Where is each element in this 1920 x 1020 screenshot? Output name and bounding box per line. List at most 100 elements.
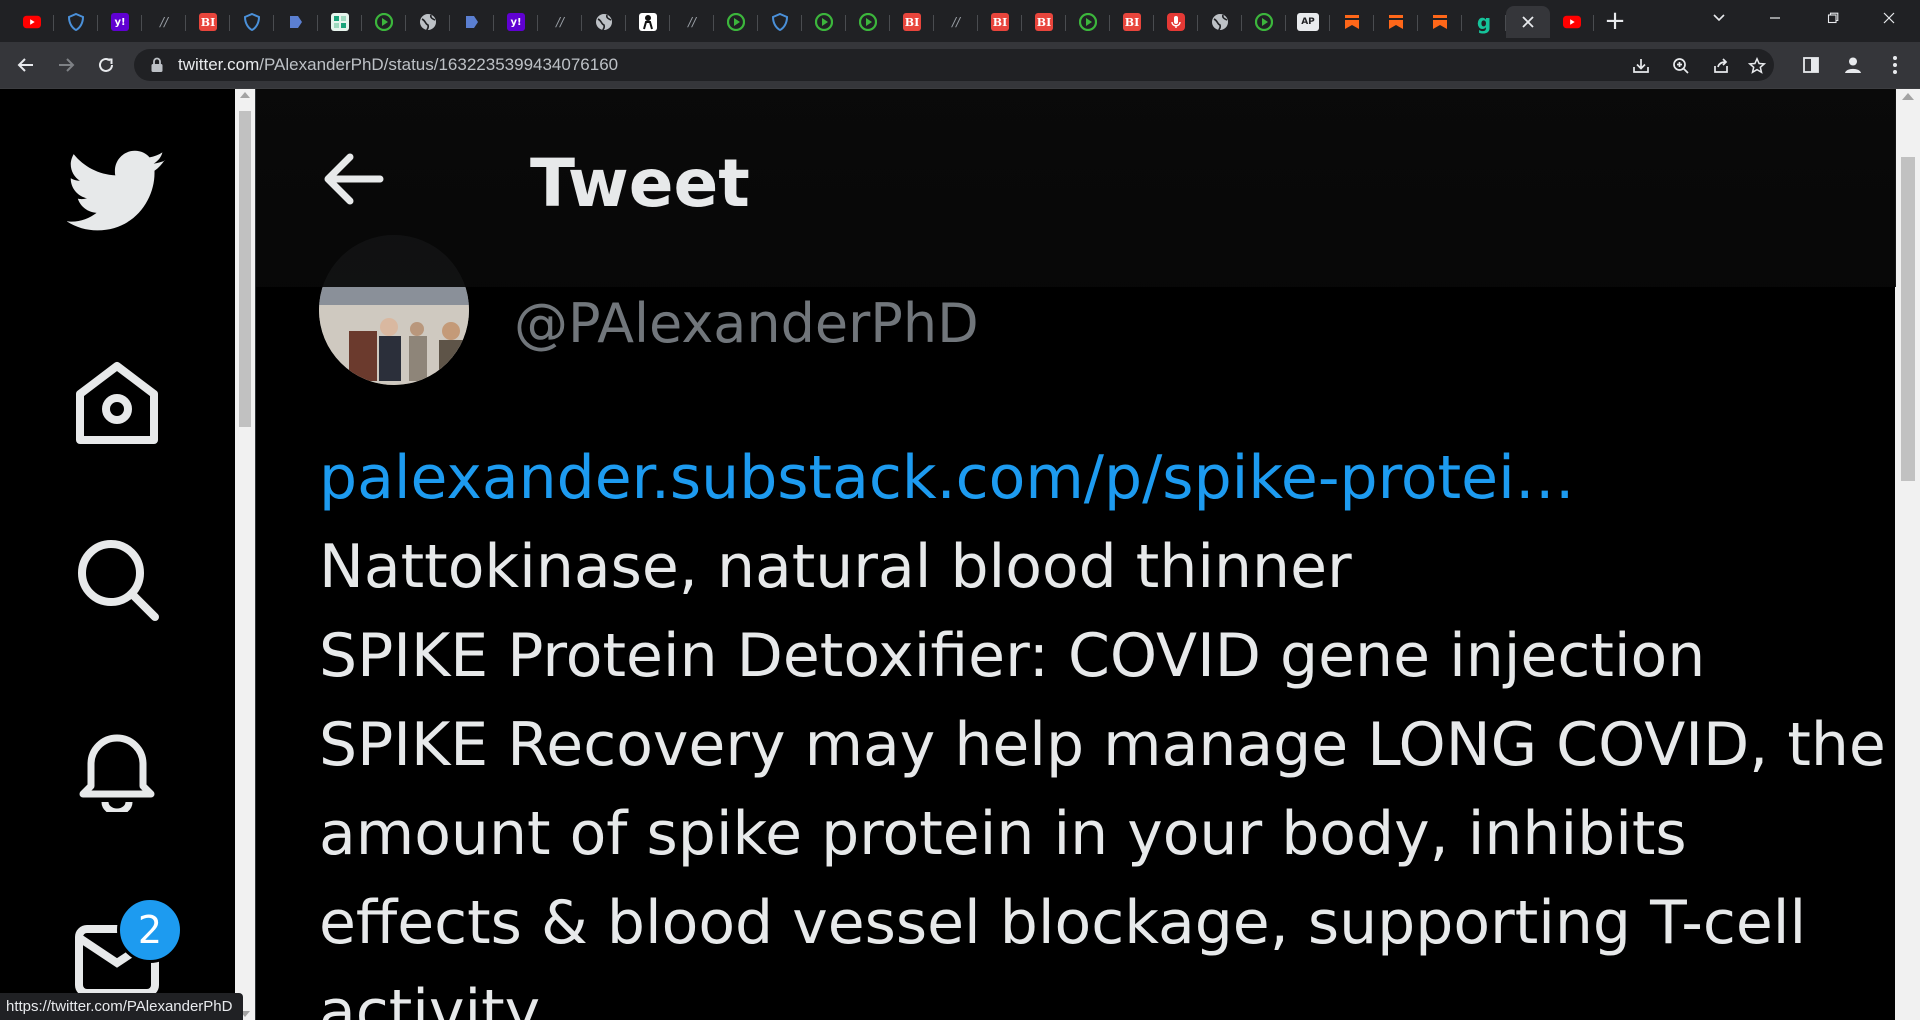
page-scrollbar-thumb[interactable] <box>1901 157 1915 481</box>
play-icon <box>815 13 833 31</box>
shield-icon <box>67 13 85 31</box>
browser-tab[interactable]: BI <box>1110 6 1154 38</box>
tweet-header: Tweet <box>256 89 1896 287</box>
share-icon[interactable] <box>1710 55 1732 77</box>
nav-explore[interactable] <box>67 529 167 629</box>
tweet-line: SPIKE Recovery may help manage LONG COVI… <box>319 710 1886 780</box>
profile-icon[interactable] <box>1842 54 1864 76</box>
menu-kebab-icon[interactable] <box>1884 54 1906 76</box>
browser-tab[interactable]: BI <box>186 6 230 38</box>
browser-tab[interactable] <box>1066 6 1110 38</box>
browser-tab[interactable] <box>846 6 890 38</box>
close-window-button[interactable] <box>1866 6 1912 34</box>
twitter-logo-link[interactable] <box>67 142 167 242</box>
browser-tab[interactable]: y! <box>98 6 142 38</box>
play-icon <box>1079 13 1097 31</box>
forward-arrow-icon <box>59 58 75 72</box>
bi-icon: BI <box>903 13 921 31</box>
browser-tab[interactable] <box>230 6 274 38</box>
browser-tab[interactable] <box>362 6 406 38</box>
url-text[interactable]: twitter.com/PAlexanderPhD/status/1632235… <box>178 55 618 75</box>
browser-tab[interactable] <box>626 6 670 38</box>
tweet-link[interactable]: palexander.substack.com/p/spike-protei… <box>319 434 1859 523</box>
slash-icon: // <box>687 15 697 29</box>
inner-scrollbar[interactable] <box>235 89 255 1020</box>
new-tab-button[interactable]: + <box>1601 8 1629 36</box>
zoom-icon[interactable] <box>1670 55 1692 77</box>
browser-tab[interactable] <box>318 6 362 38</box>
bell-icon <box>79 734 155 812</box>
nav-notifications[interactable] <box>67 719 167 819</box>
browser-tab[interactable] <box>1198 6 1242 38</box>
bookmark-star-icon[interactable] <box>1746 55 1768 77</box>
flag-icon <box>463 13 481 31</box>
browser-tab[interactable]: y! <box>494 6 538 38</box>
page-viewport: 2 Tweet @PAlexanderPhD palexander.substa… <box>0 89 1920 1020</box>
browser-tab[interactable] <box>1330 6 1374 38</box>
browser-tab[interactable]: g <box>1462 6 1506 38</box>
tab-strip: y! // BI y! // // BI // BI BI BI AP g + <box>0 0 1920 42</box>
tweet-line: Nattokinase, natural blood thinner <box>319 532 1352 602</box>
shield-icon <box>243 13 261 31</box>
slash-icon: // <box>951 15 961 29</box>
browser-tab[interactable]: // <box>538 6 582 38</box>
browser-tab[interactable] <box>450 6 494 38</box>
browser-tab[interactable]: BI <box>1022 6 1066 38</box>
browser-tab[interactable] <box>714 6 758 38</box>
main-column: Tweet @PAlexanderPhD palexander.substack… <box>255 89 1896 1020</box>
browser-tab[interactable] <box>1506 6 1550 38</box>
lock-icon[interactable] <box>150 57 164 73</box>
bookmark-icon <box>1343 13 1361 31</box>
inner-scrollbar-thumb[interactable] <box>239 111 251 427</box>
browser-tab[interactable]: BI <box>978 6 1022 38</box>
tab-search-icon[interactable] <box>1708 10 1730 32</box>
browser-tab[interactable] <box>1154 6 1198 38</box>
youtube-icon <box>23 13 41 31</box>
news-icon: AP <box>1297 13 1319 31</box>
browser-tab[interactable] <box>1374 6 1418 38</box>
author-handle[interactable]: @PAlexanderPhD <box>514 293 979 355</box>
slash-icon: // <box>159 15 169 29</box>
browser-tab[interactable] <box>406 6 450 38</box>
flag-icon <box>287 13 305 31</box>
browser-tab[interactable]: AP <box>1286 6 1330 38</box>
address-bar[interactable]: twitter.com/PAlexanderPhD/status/1632235… <box>134 49 1774 81</box>
bi-icon: BI <box>1035 13 1053 31</box>
restore-button[interactable] <box>1810 6 1856 34</box>
side-panel-icon[interactable] <box>1800 54 1822 76</box>
browser-tab[interactable] <box>1550 6 1594 38</box>
browser-tab[interactable]: // <box>670 6 714 38</box>
browser-tab[interactable] <box>10 6 54 38</box>
browser-tab[interactable] <box>1242 6 1286 38</box>
browser-tab[interactable] <box>582 6 626 38</box>
bookmark-icon <box>1431 13 1449 31</box>
grid-icon <box>331 13 349 31</box>
reload-icon <box>99 57 113 72</box>
person-icon <box>639 13 657 31</box>
forward-button[interactable] <box>52 51 80 79</box>
browser-tab[interactable]: // <box>142 6 186 38</box>
nav-home[interactable] <box>67 352 167 452</box>
reload-button[interactable] <box>92 51 120 79</box>
browser-tab[interactable] <box>758 6 802 38</box>
minimize-button[interactable] <box>1752 6 1798 34</box>
bi-icon: BI <box>1123 13 1141 31</box>
yahoo-icon: y! <box>507 13 525 31</box>
browser-tab[interactable]: // <box>934 6 978 38</box>
tab-list: y! // BI y! // // BI // BI BI BI AP g <box>10 6 1594 38</box>
install-app-icon[interactable] <box>1630 55 1652 77</box>
search-icon <box>78 540 159 621</box>
page-scrollbar[interactable] <box>1895 89 1920 1020</box>
close-icon[interactable] <box>1519 13 1537 31</box>
browser-tab[interactable] <box>274 6 318 38</box>
browser-tab[interactable] <box>802 6 846 38</box>
back-arrow-button[interactable] <box>322 151 384 211</box>
home-icon <box>76 362 158 444</box>
scroll-up-icon[interactable] <box>240 92 250 98</box>
browser-tab[interactable] <box>1418 6 1462 38</box>
browser-tab[interactable] <box>54 6 98 38</box>
browser-tab[interactable]: BI <box>890 6 934 38</box>
globe-icon <box>595 13 613 31</box>
scroll-up-icon[interactable] <box>1902 93 1914 100</box>
back-button[interactable] <box>12 51 40 79</box>
